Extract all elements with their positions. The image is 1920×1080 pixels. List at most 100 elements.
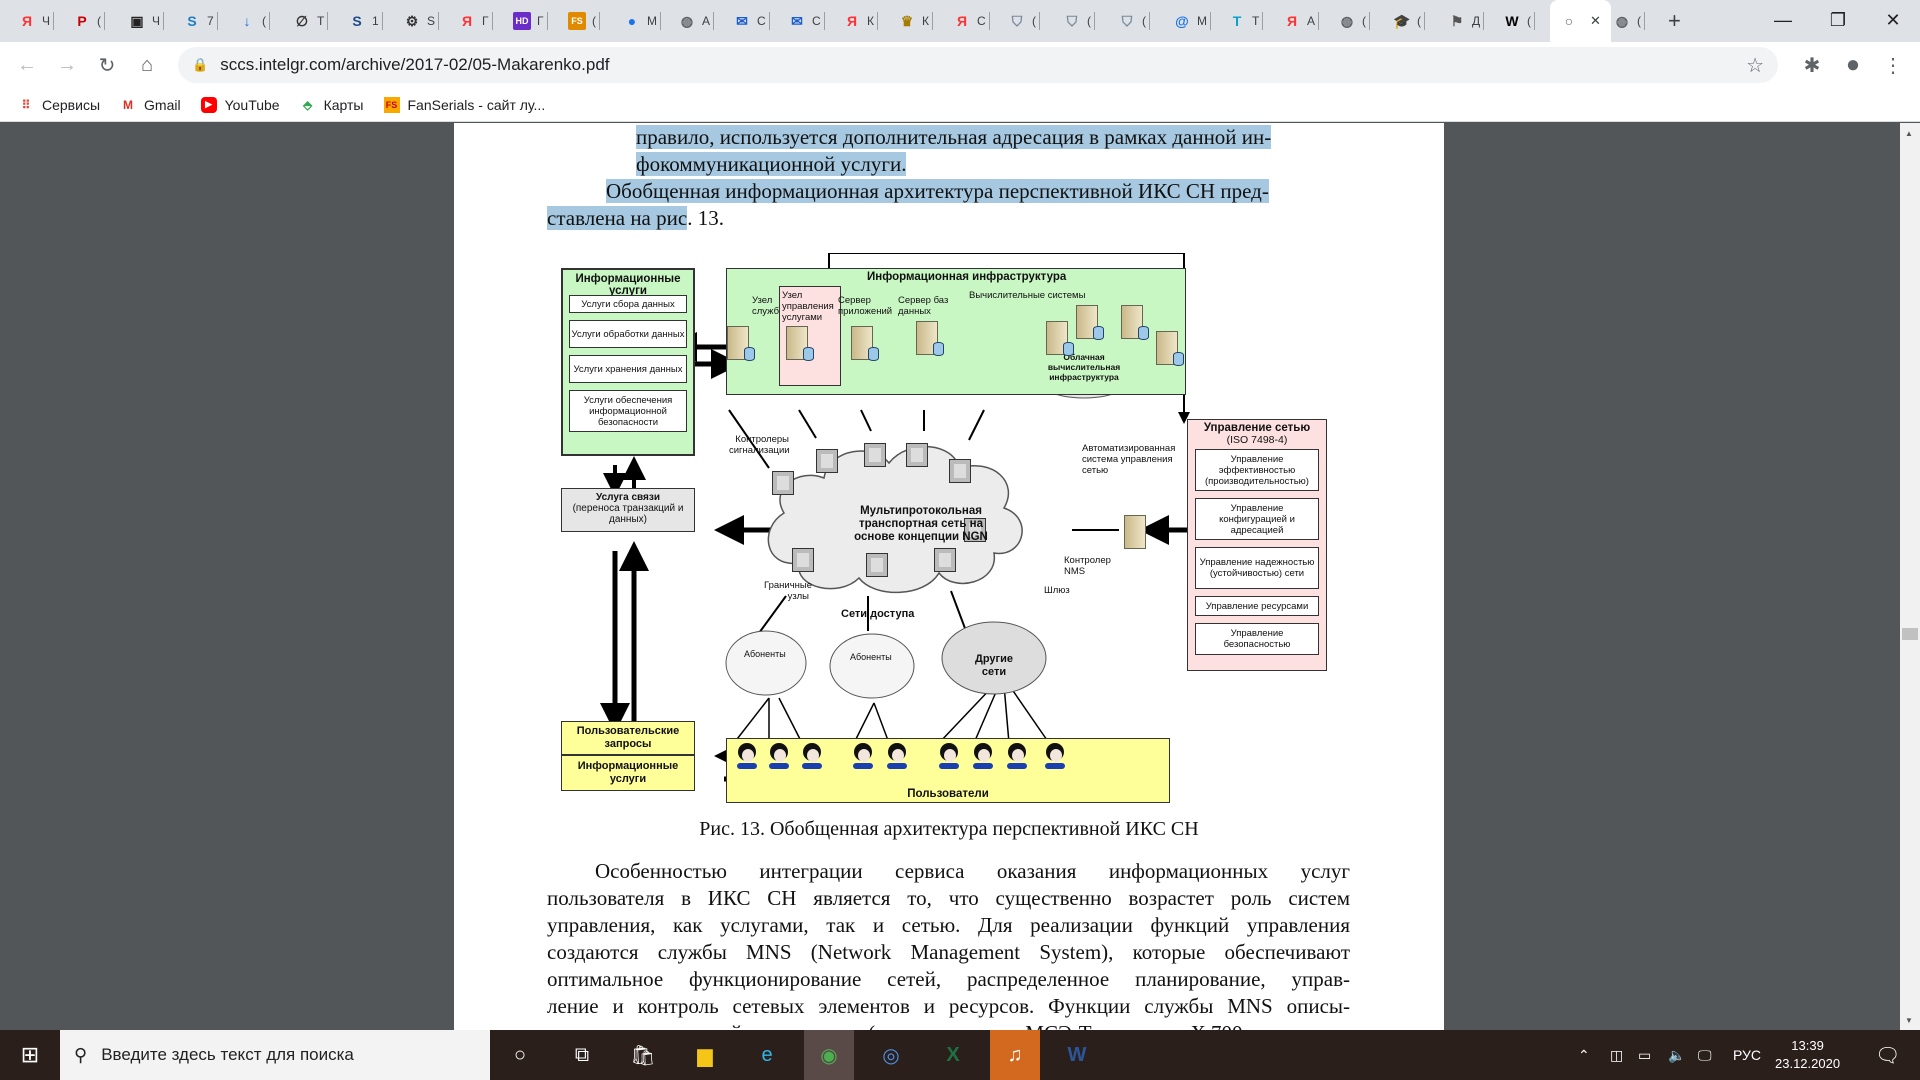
browser-tab[interactable]: ↓( (238, 8, 270, 34)
tray-chevron-icon[interactable]: ⌃ (1578, 1030, 1590, 1080)
browser-tab[interactable]: ⛉( (1118, 8, 1150, 34)
close-window-button[interactable]: ✕ (1865, 0, 1920, 40)
browser-tab[interactable]: ⚙ S (403, 8, 440, 34)
tab-title: Ч (42, 14, 50, 28)
architecture-diagram: Информационные услуги Услуги сбора данны… (554, 253, 1327, 813)
new-tab-button[interactable]: + (1668, 8, 1681, 34)
paragraph-line: создаются службы MNS (Network Management… (547, 940, 1350, 964)
lock-icon: 🔒 (192, 57, 209, 72)
browser-tab[interactable]: ✉ С (733, 8, 770, 34)
close-tab-icon[interactable]: ✕ (1590, 13, 1601, 29)
menu-icon[interactable]: ⋮ (1878, 50, 1908, 80)
browser-tab[interactable]: @ М (1173, 8, 1211, 34)
home-button[interactable]: ⌂ (132, 50, 162, 80)
page-icon: ○ (1564, 13, 1574, 29)
scroll-up-icon[interactable]: ▲ (1905, 129, 1913, 138)
browser-tab[interactable]: ЯК (843, 8, 878, 34)
profile-icon[interactable]: ● (1838, 50, 1868, 80)
app-icon[interactable]: ◎ (866, 1030, 916, 1080)
browser-tab[interactable]: ◍( (1338, 8, 1370, 34)
browser-tab[interactable]: ○ ✕ (1550, 0, 1611, 42)
browser-tab[interactable]: S7 (183, 8, 218, 34)
url-text: sccs.intelgr.com/archive/2017-02/05-Maka… (220, 55, 610, 74)
browser-tab[interactable]: 🎓( (1393, 8, 1425, 34)
browser-tab[interactable]: S1 (348, 8, 383, 34)
browser-tab[interactable]: FS ( (568, 8, 600, 34)
browser-tab[interactable]: ◍ А (678, 8, 715, 34)
browser-tab[interactable]: ЯГ (458, 8, 493, 34)
browser-tab[interactable]: ⛉( (1008, 8, 1040, 34)
camera-icon[interactable]: ◫ (1610, 1030, 1623, 1080)
back-button[interactable]: ← (12, 50, 42, 80)
browser-tab[interactable]: ✉ С (788, 8, 825, 34)
chrome-icon[interactable]: ◉ (804, 1030, 854, 1080)
start-button[interactable]: ⊞ (5, 1030, 55, 1080)
browser-tab[interactable]: ◍( (1613, 8, 1645, 34)
hd-icon: HD (513, 12, 531, 30)
tab-title: К (922, 14, 929, 28)
browser-tab[interactable]: ЯС (953, 8, 990, 34)
browser-tab[interactable]: P( (73, 8, 105, 34)
paragraph-line: управления, как услугами, так и сетью. Д… (547, 913, 1350, 937)
tab-title: Д (1472, 14, 1481, 28)
network-icon[interactable]: 🖵 (1698, 1030, 1712, 1080)
volume-icon[interactable]: 🔈 (1668, 1030, 1685, 1080)
battery-icon[interactable]: ▭ (1638, 1030, 1651, 1080)
language-indicator[interactable]: РУС (1733, 1030, 1761, 1080)
store-icon[interactable]: 🛍 (618, 1030, 668, 1080)
forward-button[interactable]: → (52, 50, 82, 80)
browser-tab[interactable]: ▣ Ч (128, 8, 164, 34)
tab-title: А (702, 14, 711, 28)
browser-tab[interactable]: ● М (623, 8, 661, 34)
browser-tab[interactable]: ⚑ Д (1448, 8, 1485, 34)
bookmark-maps[interactable]: ⬘ Карты (300, 97, 364, 113)
maximize-button[interactable]: ❐ (1810, 0, 1866, 40)
info-service-item: Услуги сбора данных (569, 295, 687, 313)
tab-separator (1094, 12, 1095, 30)
browser-tab[interactable]: W( (1503, 8, 1535, 34)
search-icon: ⚲ (74, 1044, 88, 1065)
notifications-icon[interactable]: 🗨 (1875, 1030, 1900, 1080)
bookmark-gmail[interactable]: M Gmail (120, 97, 181, 113)
cortana-icon[interactable]: ○ (495, 1030, 545, 1080)
scroll-thumb[interactable] (1902, 628, 1918, 640)
word-icon[interactable]: W (1052, 1030, 1102, 1080)
scroll-down-icon[interactable]: ▼ (1905, 1016, 1913, 1025)
server-icon (786, 326, 814, 361)
pdf-viewer: правило, используется дополнительная адр… (0, 123, 1920, 1030)
tab-title: М (1197, 14, 1207, 28)
task-view-icon[interactable]: ⧉ (557, 1030, 607, 1080)
browser-tab[interactable]: ЯЧ (18, 8, 54, 34)
browser-tab[interactable]: ЯА (1283, 8, 1320, 34)
extensions-icon[interactable]: ✱ (1797, 50, 1827, 80)
address-bar[interactable]: 🔒 sccs.intelgr.com/archive/2017-02/05-Ma… (178, 47, 1778, 83)
mail-icon: ✉ (791, 12, 803, 29)
browser-tab[interactable]: HD Г (513, 8, 548, 34)
taskbar-search[interactable]: ⚲ Введите здесь текст для поиска (60, 1030, 490, 1080)
tab-title: ( (1637, 14, 1641, 28)
excel-icon[interactable]: X (928, 1030, 978, 1080)
tab-title: ( (1417, 14, 1421, 28)
bookmark-youtube[interactable]: ▶ YouTube (200, 96, 280, 113)
explorer-icon[interactable]: ▆ (680, 1030, 730, 1080)
itunes-icon[interactable]: ♫ (990, 1030, 1040, 1080)
edge-icon[interactable]: e (742, 1030, 792, 1080)
bookmark-services[interactable]: ⠿ Сервисы (18, 97, 100, 113)
browser-tab[interactable]: ♛ К (898, 8, 933, 34)
bookmark-fanserials[interactable]: FS FanSerials - сайт лу... (383, 96, 545, 113)
browser-tab[interactable]: ⛉( (1063, 8, 1095, 34)
info-service-item: Услуги обработки данных (569, 320, 687, 348)
tab-separator (327, 12, 329, 30)
reload-button[interactable]: ↻ (92, 50, 122, 80)
server-icon (1046, 321, 1074, 356)
user-requests-box: Пользовательские запросы (561, 721, 695, 755)
bookmark-star-icon[interactable]: ☆ (1746, 53, 1764, 78)
router-icon (816, 449, 838, 473)
info-service-item: Услуги обеспечения информационной безопа… (569, 390, 687, 432)
browser-tab[interactable]: ∅ Т (293, 8, 329, 34)
clock[interactable]: 13:39 23.12.2020 (1775, 1030, 1840, 1080)
scrollbar[interactable]: ▲ ▼ (1900, 123, 1920, 1030)
yandex-icon: Я (956, 13, 968, 29)
minimize-button[interactable]: — (1755, 0, 1811, 40)
browser-tab[interactable]: TТ (1228, 8, 1264, 34)
